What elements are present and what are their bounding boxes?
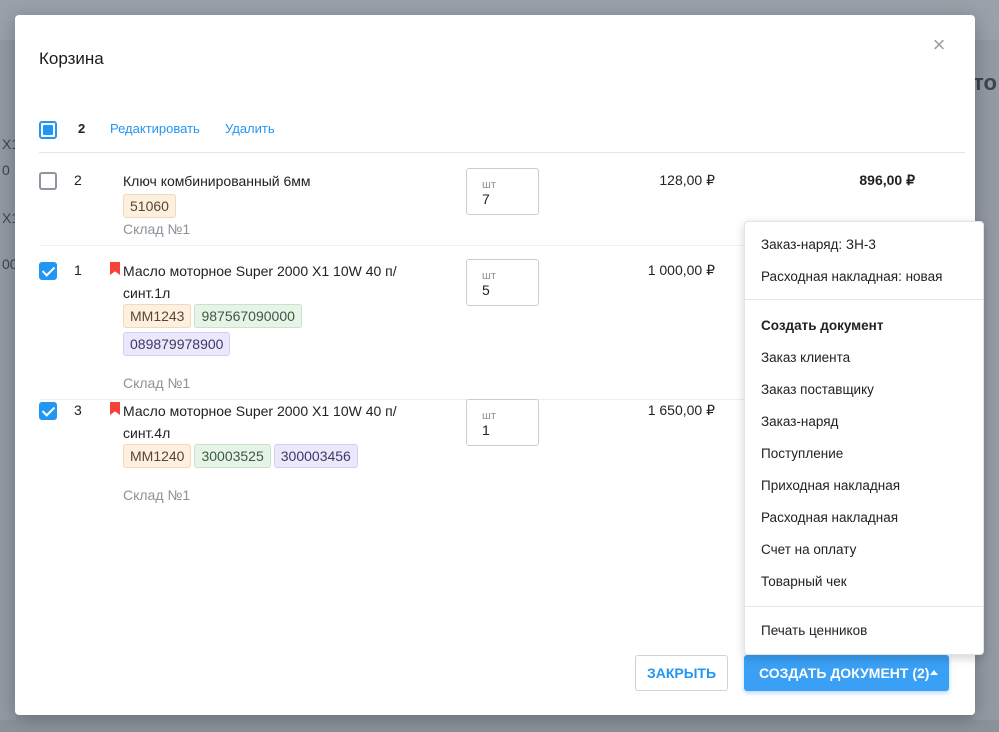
close-icon[interactable]: ×: [927, 33, 951, 57]
menu-divider: [745, 606, 983, 607]
unit-label: шт: [482, 179, 496, 191]
row-checkbox[interactable]: [39, 402, 57, 420]
edit-link[interactable]: Редактировать: [110, 121, 200, 136]
menu-item-supplier-order[interactable]: Заказ поставщику: [761, 382, 874, 397]
quantity-value: 7: [482, 191, 490, 207]
row-checkbox[interactable]: [39, 262, 57, 280]
menu-item-sales-receipt[interactable]: Товарный чек: [761, 574, 847, 589]
menu-item-payment-invoice[interactable]: Счет на оплату: [761, 542, 856, 557]
menu-item-receipt[interactable]: Поступление: [761, 446, 843, 461]
barcode-tag: 30003525: [194, 444, 271, 468]
item-tags: 51060: [123, 194, 179, 222]
unit-label: шт: [482, 410, 496, 422]
item-name: Ключ комбинированный 6мм: [123, 173, 311, 189]
warehouse-label: Склад №1: [123, 487, 191, 503]
quantity-value: 5: [482, 282, 490, 298]
caret-up-icon: [930, 670, 938, 675]
menu-item-recent[interactable]: Заказ-наряд: ЗН-3: [761, 237, 876, 252]
row-index: 2: [74, 172, 82, 188]
item-tags: MM1240 30003525 300003456: [123, 444, 443, 472]
quantity-value: 1: [482, 422, 490, 438]
quantity-input[interactable]: шт 5: [466, 259, 539, 306]
menu-divider: [745, 299, 983, 300]
item-name: Масло моторное Super 2000 X1 10W 40 п/си…: [123, 403, 397, 441]
close-button[interactable]: ЗАКРЫТЬ: [635, 655, 728, 691]
quantity-input[interactable]: шт 7: [466, 168, 539, 215]
menu-item-print-labels[interactable]: Печать ценников: [761, 623, 867, 638]
row-index: 1: [74, 262, 82, 278]
code-tag: 089879978900: [123, 332, 231, 356]
menu-item-client-order[interactable]: Заказ клиента: [761, 350, 850, 365]
item-price: 1 650,00 ₽: [647, 402, 715, 418]
background-text: 0: [2, 162, 10, 178]
article-tag: MM1243: [123, 304, 192, 328]
menu-heading: Создать документ: [761, 318, 884, 333]
row-checkbox[interactable]: [39, 172, 57, 190]
selection-toolbar: 2 Редактировать Удалить: [39, 119, 959, 141]
selected-count: 2: [78, 121, 86, 136]
bookmark-icon: [110, 262, 120, 275]
article-tag: MM1240: [123, 444, 192, 468]
article-tag: 51060: [123, 194, 176, 218]
create-document-label: СОЗДАТЬ ДОКУМЕНТ (2): [759, 665, 930, 681]
item-tags: MM1243 987567090000 089879978900: [123, 304, 423, 360]
item-total: 896,00 ₽: [859, 172, 915, 188]
row-index: 3: [74, 402, 82, 418]
barcode-tag: 987567090000: [194, 304, 302, 328]
modal-title: Корзина: [39, 49, 104, 68]
divider: [39, 152, 965, 153]
unit-label: шт: [482, 270, 496, 282]
code-tag: 300003456: [273, 444, 358, 468]
item-price: 128,00 ₽: [659, 172, 715, 188]
warehouse-label: Склад №1: [123, 375, 191, 391]
create-document-button[interactable]: СОЗДАТЬ ДОКУМЕНТ (2): [744, 655, 949, 691]
warehouse-label: Склад №1: [123, 221, 191, 237]
create-document-menu: Заказ-наряд: ЗН-3 Расходная накладная: н…: [744, 221, 984, 655]
menu-item-recent[interactable]: Расходная накладная: новая: [761, 269, 942, 284]
menu-item-work-order[interactable]: Заказ-наряд: [761, 414, 838, 429]
item-price: 1 000,00 ₽: [647, 262, 715, 278]
menu-item-outgoing-invoice[interactable]: Расходная накладная: [761, 510, 898, 525]
delete-link[interactable]: Удалить: [225, 121, 275, 136]
menu-item-incoming-invoice[interactable]: Приходная накладная: [761, 478, 900, 493]
background-left-column: X1 0 X1 00: [0, 40, 19, 720]
background-text: то: [973, 70, 997, 95]
select-all-checkbox[interactable]: [39, 121, 57, 139]
quantity-input[interactable]: шт 1: [466, 399, 539, 446]
bookmark-icon: [110, 402, 120, 415]
item-name: Масло моторное Super 2000 X1 10W 40 п/си…: [123, 263, 397, 301]
